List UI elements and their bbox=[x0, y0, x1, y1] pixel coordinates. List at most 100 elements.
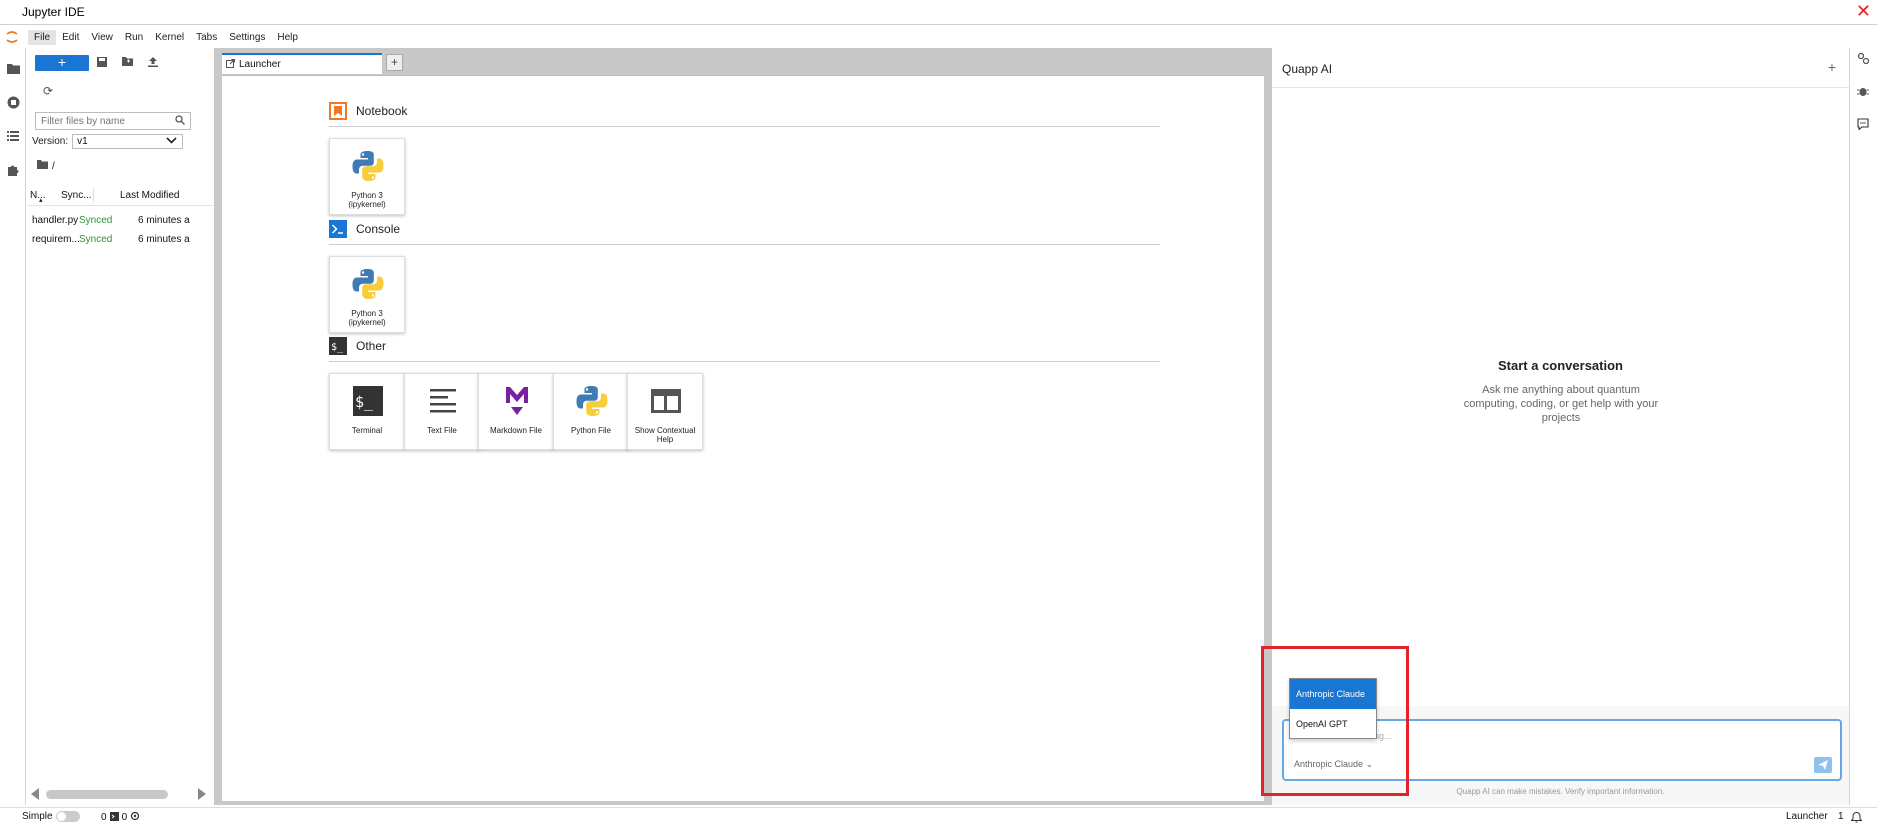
menu-file[interactable]: File bbox=[28, 29, 57, 45]
terminal-small-icon bbox=[109, 811, 119, 824]
notification-count-value: 1 bbox=[1838, 811, 1844, 822]
new-launcher-button[interactable]: + bbox=[35, 55, 89, 71]
running-stop-icon[interactable] bbox=[6, 95, 20, 109]
menu-view[interactable]: View bbox=[85, 30, 119, 45]
column-last-modified[interactable]: Last Modified bbox=[120, 190, 179, 201]
python-icon bbox=[349, 265, 387, 303]
launcher-card-terminal[interactable]: $_ Terminal bbox=[329, 373, 405, 450]
bell-icon[interactable] bbox=[1851, 811, 1862, 823]
card-label: Python File bbox=[570, 426, 612, 435]
file-browser: + ⟳ Version: v1 / N... ▴ bbox=[27, 48, 214, 805]
menu-tabs[interactable]: Tabs bbox=[190, 30, 223, 45]
section-other: $_ Other bbox=[329, 337, 386, 355]
column-separator[interactable] bbox=[93, 188, 94, 202]
notebook-section-icon bbox=[329, 102, 347, 120]
chevron-down-icon bbox=[166, 136, 177, 149]
card-label: Text File bbox=[427, 426, 457, 435]
model-selected-label: Anthropic Claude bbox=[1294, 759, 1364, 769]
section-console: Console bbox=[329, 220, 400, 238]
tab-launcher[interactable]: Launcher bbox=[222, 53, 382, 74]
file-modified: 6 minutes a bbox=[138, 215, 190, 226]
save-icon[interactable] bbox=[97, 57, 109, 69]
launcher-card-markdown-file[interactable]: Markdown File bbox=[478, 373, 554, 450]
refresh-icon[interactable]: ⟳ bbox=[43, 84, 53, 98]
close-icon[interactable]: ✕ bbox=[1856, 1, 1871, 21]
new-chat-button[interactable]: + bbox=[1828, 59, 1836, 75]
card-label: Terminal bbox=[351, 426, 383, 435]
model-option-anthropic-claude[interactable]: Anthropic Claude bbox=[1290, 679, 1376, 709]
breadcrumb-path[interactable]: / bbox=[52, 161, 55, 172]
launcher-card-contextual-help[interactable]: Show Contextual Help bbox=[627, 373, 703, 450]
launcher-card-console-python3[interactable]: Python 3 (ipykernel) bbox=[329, 256, 405, 333]
card-label: Markdown File bbox=[489, 426, 542, 435]
toc-list-icon[interactable] bbox=[6, 129, 20, 143]
launcher-tab-icon bbox=[226, 58, 235, 71]
sort-ascending-icon: ▴ bbox=[39, 197, 43, 204]
filter-files-input[interactable] bbox=[36, 113, 166, 129]
version-value: v1 bbox=[77, 136, 88, 147]
horizontal-scrollbar[interactable] bbox=[27, 787, 214, 801]
menu-edit[interactable]: Edit bbox=[56, 30, 85, 45]
simple-mode-toggle[interactable]: Simple bbox=[22, 811, 80, 822]
version-row: Version: v1 bbox=[32, 134, 184, 149]
ai-panel-title: Quapp AI bbox=[1282, 62, 1333, 76]
card-label: Show Contextual Help bbox=[634, 426, 696, 444]
scrollbar-thumb[interactable] bbox=[46, 790, 168, 799]
chevron-down-icon: ⌄ bbox=[1365, 759, 1374, 769]
kernel-count[interactable]: 0 0 bbox=[101, 811, 140, 824]
notification-count[interactable]: 1 bbox=[1838, 811, 1844, 822]
model-selector[interactable]: Anthropic Claude ⌄ bbox=[1294, 759, 1373, 770]
upload-icon[interactable] bbox=[148, 57, 160, 69]
simple-mode-label: Simple bbox=[22, 811, 53, 822]
tab-label: Launcher bbox=[239, 59, 281, 70]
folder-icon[interactable] bbox=[6, 61, 20, 75]
send-icon bbox=[1818, 760, 1828, 770]
debugger-bug-icon[interactable] bbox=[1856, 84, 1870, 98]
scroll-left-icon[interactable] bbox=[30, 788, 40, 803]
right-activity-bar bbox=[1849, 48, 1877, 805]
menu-kernel[interactable]: Kernel bbox=[149, 30, 190, 45]
file-row[interactable]: handler.py Synced 6 minutes a bbox=[27, 213, 214, 229]
add-tab-button[interactable]: + bbox=[386, 54, 403, 71]
main-dock-area: Launcher + Notebook Python 3 (ipykernel)… bbox=[218, 48, 1268, 805]
toggle-switch[interactable] bbox=[55, 811, 80, 822]
section-divider bbox=[329, 244, 1160, 245]
menu-help[interactable]: Help bbox=[271, 30, 304, 45]
file-browser-toolbar: + bbox=[35, 55, 205, 71]
file-row[interactable]: requirem... Synced 6 minutes a bbox=[27, 232, 214, 248]
column-sync[interactable]: Sync... bbox=[61, 190, 92, 201]
new-folder-icon[interactable] bbox=[122, 57, 134, 69]
terminal-icon: $_ bbox=[349, 382, 387, 420]
section-divider bbox=[329, 126, 1160, 127]
jupyter-logo-icon bbox=[6, 31, 18, 43]
chat-bubble-icon[interactable] bbox=[1856, 117, 1870, 131]
extension-puzzle-icon[interactable] bbox=[6, 163, 20, 177]
other-section-icon: $_ bbox=[329, 337, 347, 355]
section-title: Console bbox=[356, 222, 401, 236]
menu-run[interactable]: Run bbox=[119, 30, 149, 45]
status-launcher[interactable]: Launcher bbox=[1786, 811, 1828, 822]
launcher-card-text-file[interactable]: Text File bbox=[404, 373, 480, 450]
card-label: Python 3 (ipykernel) bbox=[348, 191, 386, 209]
window-titlebar: Jupyter IDE ✕ bbox=[0, 0, 1877, 25]
file-list-header: N... ▴ Sync... Last Modified bbox=[27, 186, 214, 206]
section-notebook: Notebook bbox=[329, 102, 407, 120]
launcher-card-notebook-python3[interactable]: Python 3 (ipykernel) bbox=[329, 138, 405, 215]
property-inspector-gears-icon[interactable] bbox=[1856, 51, 1870, 65]
status-bar: Simple 0 0 Launcher 1 bbox=[0, 807, 1877, 825]
section-title: Notebook bbox=[356, 104, 408, 118]
folder-icon[interactable] bbox=[37, 160, 48, 172]
empty-state-title: Start a conversation bbox=[1498, 358, 1623, 373]
send-button[interactable] bbox=[1814, 757, 1832, 773]
model-option-openai-gpt[interactable]: OpenAI GPT bbox=[1290, 709, 1376, 739]
version-select[interactable]: v1 bbox=[72, 134, 184, 149]
contextual-help-icon bbox=[647, 382, 685, 420]
python-icon bbox=[349, 147, 387, 185]
settings-cog-icon bbox=[130, 811, 140, 824]
launcher-card-python-file[interactable]: Python File bbox=[553, 373, 629, 450]
menu-settings[interactable]: Settings bbox=[223, 30, 271, 45]
svg-text:$_: $_ bbox=[331, 342, 344, 353]
filter-files-field[interactable] bbox=[35, 112, 191, 130]
scroll-right-icon[interactable] bbox=[197, 788, 207, 803]
column-name[interactable]: N... bbox=[30, 190, 46, 201]
